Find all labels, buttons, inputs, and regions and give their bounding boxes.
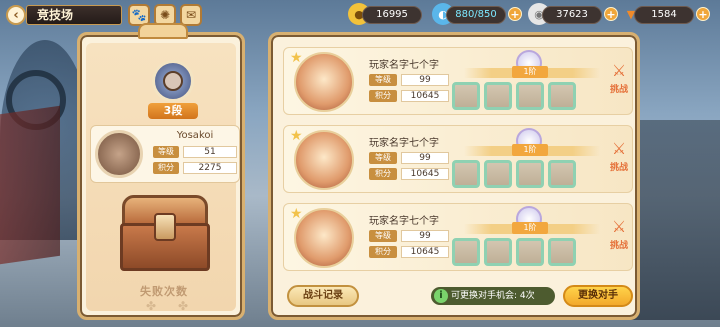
- player-level: 51: [183, 146, 237, 158]
- team-slot: [452, 238, 480, 266]
- opponent-score: 10645: [401, 168, 449, 180]
- challenge-button[interactable]: ⚔ 挑战: [604, 216, 632, 256]
- page-title: 竞技场: [26, 5, 122, 25]
- stamina-counter: 880/850: [446, 6, 506, 24]
- player-name: Yosakoi: [176, 130, 214, 141]
- score-label: 积分: [369, 168, 397, 180]
- battle-log-button[interactable]: 战斗记录: [287, 285, 359, 307]
- opponent-panel: ★ 玩家名字七个字 等级 99 积分 10645 1阶 ⚔ 挑战 ★ 玩家名字七…: [268, 32, 640, 320]
- crossed-swords-icon: ⚔: [611, 139, 627, 158]
- opponent-card: ★ 玩家名字七个字 等级 99 积分 10645 1阶 ⚔ 挑战: [283, 203, 633, 271]
- opponent-rank: 1阶: [512, 144, 548, 156]
- crossed-swords-icon: ⚔: [611, 217, 627, 236]
- player-avatar[interactable]: [95, 130, 143, 178]
- player-card: Yosakoi 等级 51 积分 2275: [90, 125, 240, 183]
- clover-icon: ✤: [177, 299, 189, 313]
- level-label: 等级: [369, 230, 397, 242]
- panel-ornament: [138, 23, 188, 39]
- player-rank: 3段: [148, 103, 198, 119]
- opponent-level: 99: [401, 152, 449, 164]
- opponent-name: 玩家名字七个字: [369, 216, 439, 227]
- refresh-opponents-button[interactable]: 更换对手: [563, 285, 633, 307]
- team-slot: [548, 160, 576, 188]
- refresh-chances-text: 可更换对手机会: 4次: [451, 291, 535, 301]
- fail-count-label: 失败次数: [140, 285, 188, 298]
- team-slot: [516, 238, 544, 266]
- back-button[interactable]: ‹: [6, 5, 26, 25]
- info-icon: i: [434, 289, 448, 303]
- clover-icon: ✤: [145, 299, 157, 313]
- opponent-name: 玩家名字七个字: [369, 138, 439, 149]
- crossed-swords-icon: ⚔: [611, 61, 627, 80]
- team-slot: [548, 238, 576, 266]
- opponent-avatar[interactable]: [294, 130, 354, 190]
- team-slot: [548, 82, 576, 110]
- carrot-counter: 1584: [634, 6, 694, 24]
- opponent-score: 10645: [401, 246, 449, 258]
- coin-counter: 16995: [362, 6, 422, 24]
- team-slot: [516, 82, 544, 110]
- opponent-level: 99: [401, 74, 449, 86]
- opponent-card: ★ 玩家名字七个字 等级 99 积分 10645 1阶 ⚔ 挑战: [283, 47, 633, 115]
- team-slot: [516, 160, 544, 188]
- add-gem-button[interactable]: +: [604, 7, 618, 21]
- opponent-avatar[interactable]: [294, 52, 354, 112]
- add-carrot-button[interactable]: +: [696, 7, 710, 21]
- gem-counter: 37623: [542, 6, 602, 24]
- star-icon: ★: [290, 50, 303, 66]
- player-level-row: 等级 51: [153, 146, 237, 158]
- opponent-rank: 1阶: [512, 222, 548, 234]
- chest-lock-icon: [154, 213, 176, 241]
- team-slot: [484, 82, 512, 110]
- score-label: 积分: [369, 90, 397, 102]
- background-banner: [0, 105, 60, 265]
- star-icon: ★: [290, 128, 303, 144]
- team-slot: [484, 238, 512, 266]
- top-bar: ‹ 竞技场 🐾 ✺ ✉ ● 16995 ◐ 880/850 + ◉ 37623 …: [0, 0, 720, 30]
- player-score-row: 积分 2275: [153, 162, 237, 174]
- opponent-rank: 1阶: [512, 66, 548, 78]
- level-label: 等级: [369, 152, 397, 164]
- team-slot: [452, 82, 480, 110]
- back-arrow-icon: ‹: [13, 7, 19, 23]
- add-stamina-button[interactable]: +: [508, 7, 522, 21]
- opponent-card: ★ 玩家名字七个字 等级 99 积分 10645 1阶 ⚔ 挑战: [283, 125, 633, 193]
- opponent-level-row: 等级 99: [369, 74, 449, 86]
- challenge-label: 挑战: [609, 241, 628, 251]
- team-slot: [452, 160, 480, 188]
- opponent-score-row: 积分 10645: [369, 168, 449, 180]
- opponent-level-row: 等级 99: [369, 230, 449, 242]
- opponent-score: 10645: [401, 90, 449, 102]
- challenge-label: 挑战: [609, 85, 628, 95]
- opponent-avatar[interactable]: [294, 208, 354, 268]
- score-label: 积分: [369, 246, 397, 258]
- score-label: 积分: [153, 162, 179, 174]
- reward-chest[interactable]: [120, 195, 210, 279]
- background-balcony: [630, 120, 720, 320]
- challenge-label: 挑战: [609, 163, 628, 173]
- level-label: 等级: [369, 74, 397, 86]
- opponent-score-row: 积分 10645: [369, 90, 449, 102]
- map-icon[interactable]: ✉: [180, 4, 202, 26]
- opponent-level: 99: [401, 230, 449, 242]
- challenge-button[interactable]: ⚔ 挑战: [604, 60, 632, 100]
- opponent-score-row: 积分 10645: [369, 246, 449, 258]
- level-label: 等级: [153, 146, 179, 158]
- player-score: 2275: [183, 162, 237, 174]
- rank-badge-icon: [152, 60, 194, 102]
- team-slot: [484, 160, 512, 188]
- player-panel: 3段 Yosakoi 等级 51 积分 2275 失败次数 ✤ ✤: [77, 23, 245, 320]
- star-icon: ★: [290, 206, 303, 222]
- opponent-name: 玩家名字七个字: [369, 60, 439, 71]
- refresh-chances-info: i 可更换对手机会: 4次: [431, 287, 555, 305]
- opponent-level-row: 等级 99: [369, 152, 449, 164]
- challenge-button[interactable]: ⚔ 挑战: [604, 138, 632, 178]
